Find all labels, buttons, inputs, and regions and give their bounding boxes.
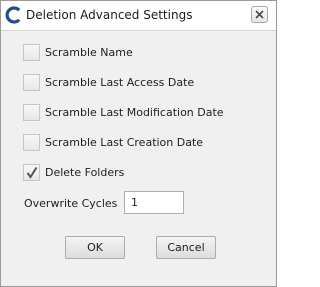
- option-label: Scramble Last Creation Date: [45, 136, 204, 149]
- close-button[interactable]: [251, 6, 268, 23]
- option-label: Scramble Name: [45, 46, 133, 59]
- option-label: Scramble Last Modification Date: [45, 106, 224, 119]
- scramble-last-creation-date-checkbox[interactable]: [23, 134, 40, 151]
- title-bar: Deletion Advanced Settings: [1, 1, 276, 31]
- scramble-last-access-date-checkbox[interactable]: [23, 74, 40, 91]
- overwrite-cycles-label: Overwrite Cycles: [24, 197, 118, 210]
- dialog-window: Deletion Advanced Settings Scramble Name…: [0, 0, 277, 287]
- ok-button[interactable]: OK: [65, 236, 125, 259]
- ccleaner-c-icon: [5, 6, 23, 24]
- delete-folders-checkbox[interactable]: [23, 164, 40, 181]
- option-label: Delete Folders: [45, 166, 125, 179]
- scramble-last-modification-date-checkbox[interactable]: [23, 104, 40, 121]
- scramble-name-checkbox[interactable]: [23, 44, 40, 61]
- option-label: Scramble Last Access Date: [45, 76, 195, 89]
- cancel-button[interactable]: Cancel: [156, 236, 216, 259]
- dialog-title: Deletion Advanced Settings: [26, 8, 193, 22]
- overwrite-cycles-input[interactable]: [124, 191, 184, 214]
